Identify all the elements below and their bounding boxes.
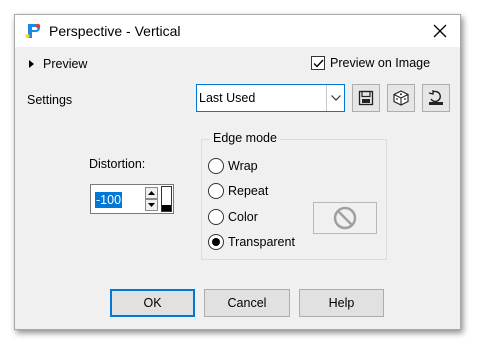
preset-dropdown[interactable]: Last Used [196,84,345,112]
distortion-label: Distortion: [89,157,146,171]
no-color-icon [333,206,357,230]
perspective-vertical-dialog: Perspective - Vertical Preview Preview o… [14,14,461,330]
radio-circle [208,209,224,225]
preview-label: Preview [43,57,88,71]
preview-on-image-label: Preview on Image [330,56,431,70]
check-icon [313,59,324,68]
save-preset-icon [358,90,374,106]
save-preset-button[interactable] [352,84,380,112]
distortion-spinbox[interactable]: -100 [90,184,174,214]
close-icon[interactable] [430,21,450,41]
radio-label: Transparent [228,235,295,249]
app-icon [24,22,42,40]
ok-label: OK [143,296,162,310]
preview-on-image-checkbox[interactable]: Preview on Image [311,56,430,70]
edge-mode-color-radio[interactable]: Color [208,209,258,225]
radio-label: Wrap [228,159,258,173]
preview-expander[interactable]: Preview [29,57,87,71]
distortion-value[interactable]: -100 [95,192,123,208]
cancel-label: Cancel [227,296,267,310]
edge-color-swatch[interactable] [313,202,377,234]
decrement-button[interactable] [145,199,158,211]
radio-dot [212,238,220,246]
edge-mode-repeat-radio[interactable]: Repeat [208,183,268,199]
preset-value: Last Used [199,91,256,105]
edge-mode-transparent-radio[interactable]: Transparent [208,234,295,250]
checkbox-box [311,56,325,70]
radio-circle [208,158,224,174]
radio-circle [208,234,224,250]
settings-label: Settings [27,93,73,107]
randomize-icon [393,90,409,106]
reset-button[interactable] [422,84,450,112]
ok-button[interactable]: OK [110,289,195,317]
help-label: Help [328,296,355,310]
edge-mode-legend: Edge mode [210,131,280,145]
title-bar: Perspective - Vertical [15,15,460,47]
radio-circle [208,183,224,199]
increment-button[interactable] [145,187,158,199]
arrow-down-icon [148,203,155,207]
radio-label: Color [228,210,258,224]
slider-knob[interactable] [162,205,171,211]
randomize-button[interactable] [387,84,415,112]
arrow-up-icon [148,191,155,195]
radio-label: Repeat [228,184,269,198]
help-button[interactable]: Help [299,289,384,317]
cancel-button[interactable]: Cancel [204,289,290,317]
reset-icon [428,90,443,105]
expand-triangle-icon [29,60,34,68]
window-title: Perspective - Vertical [49,23,181,39]
dropdown-arrow-icon [326,85,344,111]
distortion-popup-slider[interactable] [161,186,172,212]
edge-mode-wrap-radio[interactable]: Wrap [208,158,258,174]
